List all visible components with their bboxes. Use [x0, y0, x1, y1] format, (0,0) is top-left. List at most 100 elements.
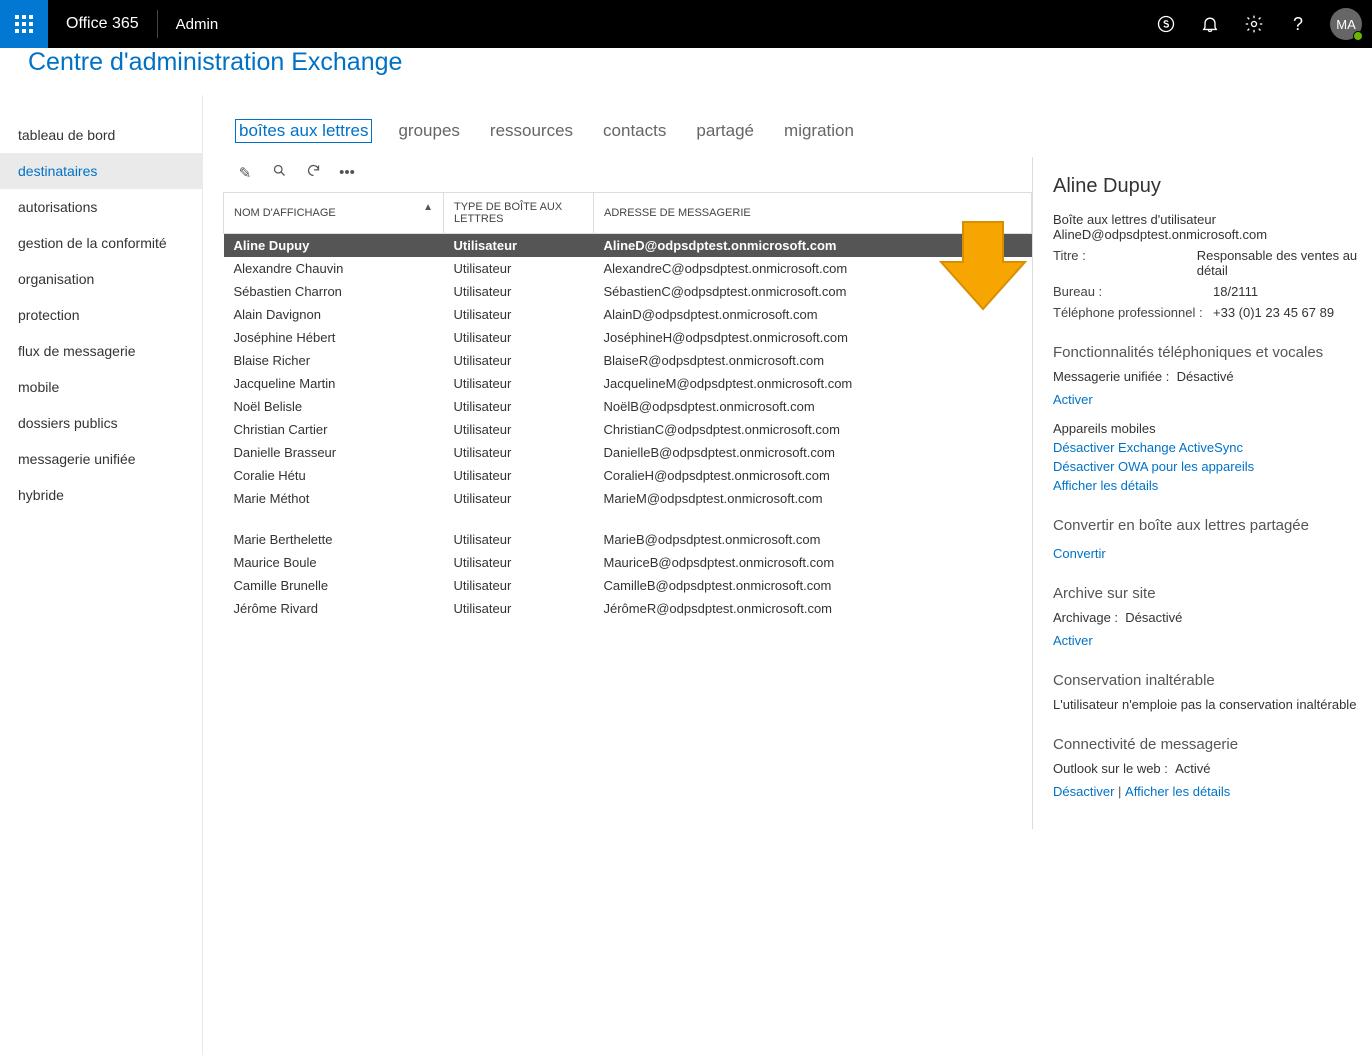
table-row[interactable]: Christian CartierUtilisateurChristianC@o… [224, 418, 1032, 441]
cell-type: Utilisateur [444, 349, 594, 372]
sort-asc-icon: ▲ [423, 202, 433, 213]
table-row[interactable]: Aline DupuyUtilisateurAlineD@odpsdptest.… [224, 234, 1032, 258]
convert-link[interactable]: Convertir [1053, 546, 1106, 561]
edit-icon[interactable]: ✎ [235, 164, 255, 182]
cell-name: Joséphine Hébert [224, 326, 444, 349]
cell-name: Aline Dupuy [224, 234, 444, 258]
table-row[interactable]: Marie MéthotUtilisateurMarieM@odpsdptest… [224, 487, 1032, 510]
mailbox-list-area: ✎ ••• NOM D'AFFICHAGE▲ TYPE DE BOÎTE A [203, 157, 1032, 829]
cell-type: Utilisateur [444, 551, 594, 574]
table-row[interactable]: Maurice BouleUtilisateurMauriceB@odpsdpt… [224, 551, 1032, 574]
um-label: Messagerie unifiée : [1053, 369, 1169, 384]
cell-email: MarieB@odpsdptest.onmicrosoft.com [594, 528, 1032, 551]
nav-item-organisation[interactable]: organisation [0, 261, 202, 297]
refresh-icon[interactable] [303, 163, 323, 182]
details-pane: Aline Dupuy Boîte aux lettres d'utilisat… [1032, 157, 1372, 829]
cell-type: Utilisateur [444, 280, 594, 303]
tab-partagé[interactable]: partagé [692, 119, 758, 143]
cell-email: CamilleB@odpsdptest.onmicrosoft.com [594, 574, 1032, 597]
table-row[interactable]: Jérôme RivardUtilisateurJérômeR@odpsdpte… [224, 597, 1032, 620]
col-display-name[interactable]: NOM D'AFFICHAGE▲ [224, 193, 444, 234]
user-avatar[interactable]: MA [1330, 8, 1362, 40]
owa-value: Activé [1175, 761, 1210, 776]
cell-email: ChristianC@odpsdptest.onmicrosoft.com [594, 418, 1032, 441]
separator: | [1118, 784, 1125, 799]
more-icon[interactable]: ••• [337, 164, 357, 181]
nav-item-dossiers-publics[interactable]: dossiers publics [0, 405, 202, 441]
cell-name: Danielle Brasseur [224, 441, 444, 464]
table-row[interactable]: Alexandre ChauvinUtilisateurAlexandreC@o… [224, 257, 1032, 280]
table-row[interactable]: Blaise RicherUtilisateurBlaiseR@odpsdpte… [224, 349, 1032, 372]
mobile-devices-label: Appareils mobiles [1053, 421, 1372, 436]
list-toolbar: ✎ ••• [223, 157, 1032, 192]
cell-type: Utilisateur [444, 418, 594, 441]
archive-heading: Archive sur site [1053, 585, 1372, 602]
um-enable-link[interactable]: Activer [1053, 392, 1093, 407]
cell-type: Utilisateur [444, 303, 594, 326]
table-row[interactable]: Jacqueline MartinUtilisateurJacquelineM@… [224, 372, 1032, 395]
help-icon[interactable]: ? [1276, 0, 1320, 48]
table-row[interactable]: Danielle BrasseurUtilisateurDanielleB@od… [224, 441, 1032, 464]
cell-name: Marie Méthot [224, 487, 444, 510]
phone-features-heading: Fonctionnalités téléphoniques et vocales [1053, 344, 1372, 361]
cell-email: CoralieH@odpsdptest.onmicrosoft.com [594, 464, 1032, 487]
tab-contacts[interactable]: contacts [599, 119, 670, 143]
details-email: AlineD@odpsdptest.onmicrosoft.com [1053, 227, 1372, 242]
search-icon[interactable] [269, 163, 289, 182]
convert-heading: Convertir en boîte aux lettres partagée [1053, 517, 1372, 534]
table-row[interactable]: Joséphine HébertUtilisateurJoséphineH@od… [224, 326, 1032, 349]
cell-name: Alexandre Chauvin [224, 257, 444, 280]
cell-email: JérômeR@odpsdptest.onmicrosoft.com [594, 597, 1032, 620]
cell-email: JoséphineH@odpsdptest.onmicrosoft.com [594, 326, 1032, 349]
table-row[interactable]: Alain DavignonUtilisateurAlainD@odpsdpte… [224, 303, 1032, 326]
cell-name: Noël Belisle [224, 395, 444, 418]
left-nav: tableau de borddestinatairesautorisation… [0, 95, 203, 1055]
tab-migration[interactable]: migration [780, 119, 858, 143]
app-launcher-button[interactable] [0, 0, 48, 48]
show-mobile-details-link[interactable]: Afficher les détails [1053, 478, 1372, 493]
table-row[interactable]: Noël BelisleUtilisateurNoëlB@odpsdptest.… [224, 395, 1032, 418]
nav-item-protection[interactable]: protection [0, 297, 202, 333]
notifications-icon[interactable] [1188, 0, 1232, 48]
admin-label[interactable]: Admin [158, 16, 237, 33]
cell-type: Utilisateur [444, 395, 594, 418]
nav-item-autorisations[interactable]: autorisations [0, 189, 202, 225]
details-phone-value: +33 (0)1 23 45 67 89 [1213, 305, 1334, 320]
cell-type: Utilisateur [444, 487, 594, 510]
cell-type: Utilisateur [444, 574, 594, 597]
tab-groupes[interactable]: groupes [394, 119, 463, 143]
details-name: Aline Dupuy [1053, 175, 1372, 198]
cell-email: JacquelineM@odpsdptest.onmicrosoft.com [594, 372, 1032, 395]
nav-item-tableau-de-bord[interactable]: tableau de bord [0, 117, 202, 153]
settings-gear-icon[interactable] [1232, 0, 1276, 48]
nav-item-destinataires[interactable]: destinataires [0, 153, 202, 189]
nav-item-messagerie-unifiée[interactable]: messagerie unifiée [0, 441, 202, 477]
table-row[interactable]: Coralie HétuUtilisateurCoralieH@odpsdpte… [224, 464, 1032, 487]
disable-eas-link[interactable]: Désactiver Exchange ActiveSync [1053, 440, 1372, 455]
hold-text: L'utilisateur n'emploie pas la conservat… [1053, 697, 1372, 712]
cell-type: Utilisateur [444, 441, 594, 464]
nav-item-flux-de-messagerie[interactable]: flux de messagerie [0, 333, 202, 369]
nav-item-gestion-de-la-conformité[interactable]: gestion de la conformité [0, 225, 202, 261]
cell-email: DanielleB@odpsdptest.onmicrosoft.com [594, 441, 1032, 464]
disable-owa-devices-link[interactable]: Désactiver OWA pour les appareils [1053, 459, 1372, 474]
owa-disable-link[interactable]: Désactiver [1053, 784, 1114, 799]
owa-show-details-link[interactable]: Afficher les détails [1125, 784, 1230, 799]
table-row[interactable]: Camille BrunelleUtilisateurCamilleB@odps… [224, 574, 1032, 597]
cell-type: Utilisateur [444, 372, 594, 395]
col-mailbox-type[interactable]: TYPE DE BOÎTE AUX LETTRES [444, 193, 594, 234]
details-title-label: Titre : [1053, 248, 1197, 278]
cell-type: Utilisateur [444, 464, 594, 487]
table-row[interactable]: Sébastien CharronUtilisateurSébastienC@o… [224, 280, 1032, 303]
cell-name: Camille Brunelle [224, 574, 444, 597]
tab-boîtes-aux-lettres[interactable]: boîtes aux lettres [235, 119, 372, 143]
archive-value: Désactivé [1125, 610, 1182, 625]
table-row[interactable]: Marie BertheletteUtilisateurMarieB@odpsd… [224, 528, 1032, 551]
nav-item-hybride[interactable]: hybride [0, 477, 202, 513]
owa-label: Outlook sur le web : [1053, 761, 1168, 776]
nav-item-mobile[interactable]: mobile [0, 369, 202, 405]
skype-icon[interactable] [1144, 0, 1188, 48]
tab-ressources[interactable]: ressources [486, 119, 577, 143]
archive-enable-link[interactable]: Activer [1053, 633, 1093, 648]
cell-name: Coralie Hétu [224, 464, 444, 487]
